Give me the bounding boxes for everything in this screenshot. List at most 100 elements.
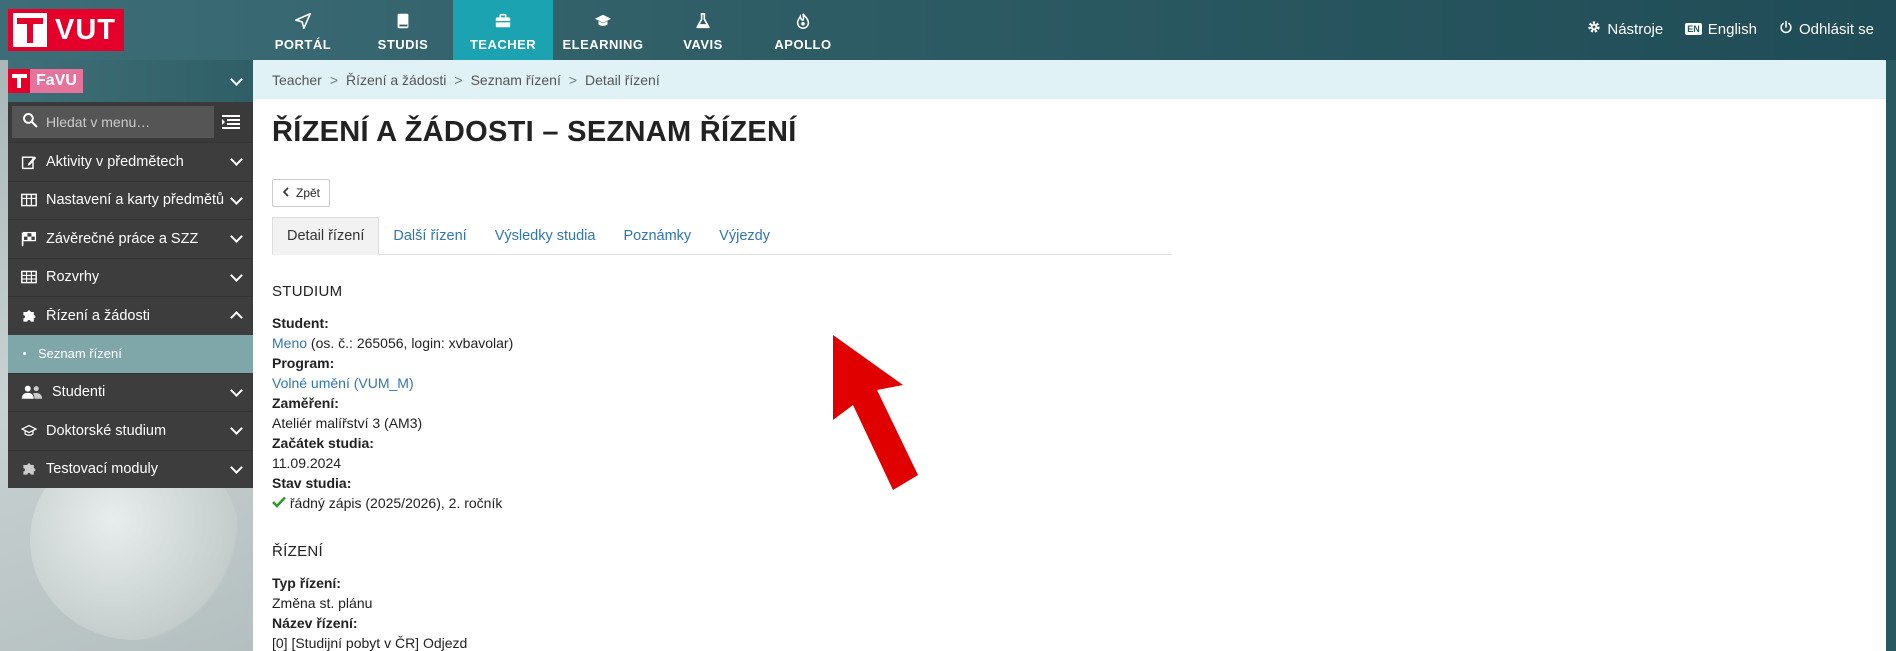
check-icon [272, 495, 290, 511]
right-edge-strip [1886, 60, 1896, 651]
book-icon [393, 11, 413, 31]
tab-detail-rizeni[interactable]: Detail řízení [272, 217, 380, 255]
stav-value-row: řádný zápis (2025/2026), 2. ročník [272, 493, 513, 513]
sidebar-item-nastaveni[interactable]: Nastavení a karty předmětů [8, 180, 253, 219]
sidebar-item-label: Studenti [52, 384, 106, 401]
sidebar-item-label: Testovací moduly [46, 461, 159, 478]
zacatek-value: 11.09.2024 [272, 455, 342, 471]
page-title: ŘÍZENÍ A ŽÁDOSTI – SEZNAM ŘÍZENÍ [272, 116, 797, 148]
sidebar: FaVU Aktivity v předmětech Nastavení a k… [8, 60, 253, 488]
nav-label: TEACHER [469, 37, 537, 52]
field-label: Zaměření: [272, 395, 339, 411]
sidebar-item-rozvrhy[interactable]: Rozvrhy [8, 257, 253, 296]
sidebar-item-label: Závěrečné práce a SZZ [46, 230, 199, 247]
flask-icon [693, 11, 713, 31]
sidebar-item-zaverecne-prace[interactable]: Závěrečné práce a SZZ [8, 219, 253, 258]
field-label: Program: [272, 355, 335, 371]
chevron-right-icon: > [454, 71, 463, 88]
tab-dalsi-rizeni[interactable]: Další řízení [379, 217, 480, 255]
back-button[interactable]: Zpět [272, 179, 331, 207]
edit-icon [20, 153, 38, 171]
chevron-down-icon [230, 460, 243, 474]
chevron-down-icon [230, 422, 243, 436]
sidebar-item-aktivity[interactable]: Aktivity v předmětech [8, 142, 253, 181]
logout-label: Odhlásit se [1798, 20, 1874, 38]
briefcase-icon [493, 11, 513, 31]
columns-icon [20, 191, 38, 209]
nav-label: APOLLO [774, 37, 832, 52]
graduation-cap-icon [593, 11, 613, 31]
nav-elearning[interactable]: ELEARNING [553, 0, 653, 60]
logout-link[interactable]: Odhlásit se [1779, 20, 1874, 38]
menu-search-box [12, 106, 214, 138]
breadcrumb-current: Detail řízení [585, 71, 660, 88]
faculty-selector[interactable]: FaVU [8, 60, 253, 102]
chevron-down-icon [230, 230, 243, 244]
chevron-down-icon [230, 383, 243, 397]
users-icon [20, 383, 44, 401]
top-bar: VUT PORTÁL STUDIS TEACHER ELEARNING VAVI… [0, 0, 1896, 60]
program-link[interactable]: Volné umění (VUM_M) [272, 373, 513, 393]
sidebar-subitem-label: Seznam řízení [38, 346, 122, 361]
breadcrumb-item[interactable]: Řízení a žádosti [346, 72, 446, 88]
breadcrumb-item[interactable]: Seznam řízení [471, 72, 561, 88]
sidebar-subitem-seznam-rizeni[interactable]: Seznam řízení [8, 334, 253, 373]
nazev-value: [0] [Studijní pobyt v ČR] Odjezd [272, 635, 468, 651]
gear-icon [1587, 20, 1601, 38]
sidebar-item-studenti[interactable]: Studenti [8, 372, 253, 411]
vut-t-icon [13, 13, 47, 47]
sidebar-item-label: Nastavení a karty předmětů [46, 192, 225, 209]
language-switch[interactable]: EN English [1685, 21, 1757, 38]
faculty-name: FaVU [30, 69, 83, 93]
chevron-down-icon [230, 268, 243, 282]
red-arrow-annotation [833, 335, 918, 490]
back-label: Zpět [296, 186, 321, 200]
chevron-down-icon [230, 191, 243, 205]
puzzle-icon [20, 460, 38, 478]
nav-label: ELEARNING [562, 37, 644, 52]
puzzle-icon [20, 307, 38, 325]
nav-label: VAVIS [683, 37, 723, 52]
field-label: Stav studia: [272, 475, 352, 491]
breadcrumb: Teacher > Řízení a žádosti > Seznam říze… [253, 60, 1886, 99]
language-flag-icon: EN [1685, 23, 1702, 35]
table-icon [20, 268, 38, 286]
nav-teacher[interactable]: TEACHER [453, 0, 553, 60]
chevron-up-icon [230, 311, 243, 325]
chevron-right-icon: > [329, 71, 338, 88]
graduation-cap-icon [20, 422, 38, 440]
sidebar-item-doktorske-studium[interactable]: Doktorské studium [8, 411, 253, 450]
brand-name: VUT [55, 13, 116, 46]
breadcrumb-item[interactable]: Teacher [272, 72, 322, 88]
chevron-left-icon [282, 186, 290, 200]
nav-portal[interactable]: PORTÁL [253, 0, 353, 60]
chevron-down-icon [230, 72, 243, 86]
tab-vysledky-studia[interactable]: Výsledky studia [481, 217, 610, 255]
student-value: Meno (os. č.: 265056, login: xvbavolar) [272, 333, 513, 353]
main-content: Teacher > Řízení a žádosti > Seznam říze… [253, 60, 1886, 651]
flag-checkered-icon [20, 230, 38, 248]
menu-collapse-icon[interactable] [220, 111, 242, 133]
student-name-link[interactable]: Meno [272, 335, 307, 351]
tab-vyjezdy[interactable]: Výjezdy [705, 217, 784, 255]
tab-poznamky[interactable]: Poznámky [609, 217, 705, 255]
vut-logo[interactable]: VUT [8, 9, 124, 51]
section-title-studium: STUDIUM [272, 283, 343, 300]
search-icon [22, 112, 38, 133]
sidebar-item-label: Doktorské studium [46, 422, 167, 439]
top-right-menu: Nástroje EN English Odhlásit se [1587, 20, 1874, 38]
field-label: Student: [272, 315, 329, 331]
nav-studis[interactable]: STUDIS [353, 0, 453, 60]
nav-apollo[interactable]: APOLLO [753, 0, 853, 60]
nav-vavis[interactable]: VAVIS [653, 0, 753, 60]
sidebar-item-testovaci-moduly[interactable]: Testovací moduly [8, 449, 253, 488]
sidebar-item-label: Rozvrhy [46, 269, 100, 286]
sidebar-item-rizeni[interactable]: Řízení a žádosti [8, 296, 253, 335]
field-label: Název řízení: [272, 615, 358, 631]
section-title-rizeni: ŘÍZENÍ [272, 543, 323, 560]
detail-content: STUDIUM Student: Meno (os. č.: 265056, l… [272, 282, 513, 651]
tools-link[interactable]: Nástroje [1587, 20, 1663, 38]
field-label: Typ řízení: [272, 575, 341, 591]
faculty-logo: FaVU [8, 69, 83, 93]
menu-search-input[interactable] [46, 114, 206, 130]
